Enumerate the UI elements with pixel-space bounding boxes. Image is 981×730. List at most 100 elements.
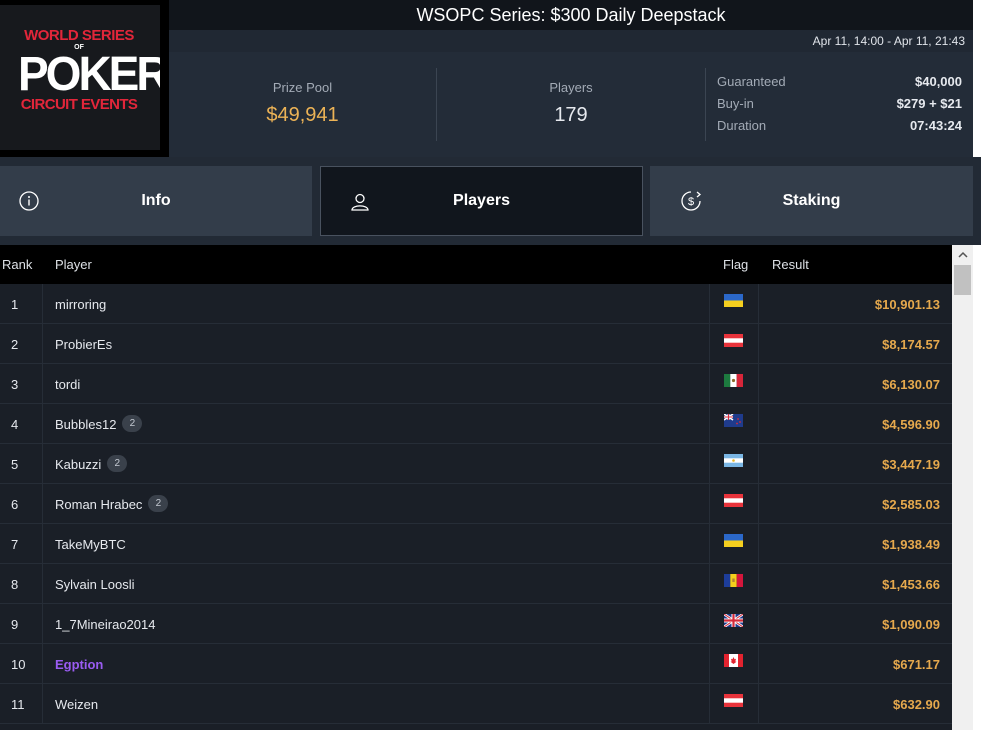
date-bar: Apr 11, 14:00 - Apr 11, 21:43 (169, 30, 973, 52)
rank-cell: 6 (0, 484, 43, 523)
prize-pool-label: Prize Pool (272, 80, 333, 95)
player-name[interactable]: tordi (55, 377, 80, 392)
tournament-title: WSOPC Series: $300 Daily Deepstack (416, 4, 726, 25)
austria-flag-icon (724, 494, 743, 507)
result-cell: $4,596.90 (882, 417, 940, 432)
wsop-logo: WORLD SERIES OF POKER CIRCUIT EVENTS (0, 0, 169, 157)
scroll-up-button[interactable] (952, 245, 973, 263)
result-cell: $10,901.13 (874, 297, 940, 312)
tab-info[interactable]: Info (0, 166, 312, 236)
table-row[interactable]: 7 TakeMyBTC $1,938.49 (0, 524, 952, 564)
detail-value: $40,000 (915, 74, 962, 89)
table-row[interactable]: 10 Egption $671.17 (0, 644, 952, 684)
entries-badge: 2 (122, 415, 143, 432)
result-cell: $3,447.19 (882, 457, 940, 472)
result-cell: $632.90 (893, 697, 940, 712)
detail-guaranteed: Guaranteed $40,000 (717, 74, 962, 96)
table-row[interactable]: 3 tordi $6,130.07 (0, 364, 952, 404)
rank-cell: 9 (0, 604, 43, 643)
players-table: Rank Player Flag Result 1 mirroring $10,… (0, 245, 952, 730)
logo-line-2: POKER (18, 45, 160, 101)
player-name[interactable]: 1_7Mineirao2014 (55, 617, 155, 632)
player-cell[interactable]: 1_7Mineirao2014 (55, 617, 155, 632)
flag-cell (709, 484, 759, 523)
player-cell[interactable]: Roman Hrabec 2 (55, 495, 169, 512)
table-row[interactable]: 6 Roman Hrabec 2 $2,585.03 (0, 484, 952, 524)
player-name[interactable]: ProbierEs (55, 337, 112, 352)
rank-cell: 2 (0, 324, 43, 363)
mexico-flag-icon (724, 374, 743, 387)
tournament-dates: Apr 11, 14:00 - Apr 11, 21:43 (812, 34, 965, 48)
table-row[interactable]: 8 Sylvain Loosli $1,453.66 (0, 564, 952, 604)
table-row[interactable]: 4 Bubbles12 2 $4,596.90 (0, 404, 952, 444)
players-stat: Players 179 (437, 52, 705, 157)
stats-divider (705, 68, 706, 141)
header-rank[interactable]: Rank (2, 257, 32, 272)
player-cell[interactable]: Egption (55, 657, 103, 672)
header-result[interactable]: Result (772, 257, 809, 272)
prize-pool-stat: Prize Pool $49,941 (169, 52, 436, 157)
player-name[interactable]: Sylvain Loosli (55, 577, 135, 592)
tab-staking[interactable]: $ Staking (650, 166, 973, 236)
rank-cell: 10 (0, 644, 43, 683)
table-row[interactable]: 1 mirroring $10,901.13 (0, 284, 952, 324)
detail-value: 07:43:24 (909, 118, 962, 133)
player-cell[interactable]: tordi (55, 377, 80, 392)
page-edge (973, 245, 981, 730)
flag-cell (709, 644, 759, 683)
player-cell[interactable]: TakeMyBTC (55, 537, 126, 552)
rank-cell: 1 (0, 284, 43, 323)
new-zealand-flag-icon (724, 414, 743, 427)
stats-panel: Prize Pool $49,941 Players 179 Guarantee… (169, 52, 973, 157)
player-name[interactable]: Roman Hrabec (55, 497, 142, 512)
logo-box: WORLD SERIES OF POKER CIRCUIT EVENTS (0, 5, 160, 150)
flag-cell (709, 404, 759, 443)
player-cell[interactable]: Sylvain Loosli (55, 577, 135, 592)
flag-cell (709, 284, 759, 323)
player-cell[interactable]: mirroring (55, 297, 106, 312)
ukraine-flag-icon (724, 534, 743, 547)
player-cell[interactable]: Weizen (55, 697, 98, 712)
united-kingdom-flag-icon (724, 614, 743, 627)
player-name[interactable]: Weizen (55, 697, 98, 712)
tab-players[interactable]: Players (320, 166, 643, 236)
tab-info-label: Info (141, 192, 171, 209)
canada-flag-icon (724, 654, 743, 667)
table-row[interactable]: 9 1_7Mineirao2014 $1,090.09 (0, 604, 952, 644)
player-name[interactable]: mirroring (55, 297, 106, 312)
ukraine-flag-icon (724, 294, 743, 307)
player-name[interactable]: Bubbles12 (55, 417, 116, 432)
entries-badge: 2 (107, 455, 128, 472)
player-name[interactable]: Kabuzzi (55, 457, 101, 472)
table-row[interactable]: 2 ProbierEs $8,174.57 (0, 324, 952, 364)
logo-inner: WORLD SERIES OF POKER CIRCUIT EVENTS (18, 27, 160, 113)
argentina-flag-icon (724, 454, 743, 467)
chevron-up-icon (957, 251, 968, 258)
tab-staking-label: Staking (782, 192, 841, 209)
result-cell: $1,090.09 (882, 617, 940, 632)
result-cell: $6,130.07 (882, 377, 940, 392)
flag-cell (709, 324, 759, 363)
detail-key: Buy-in (717, 96, 754, 111)
scrollbar[interactable] (952, 245, 973, 730)
player-name[interactable]: Egption (55, 657, 103, 672)
player-cell[interactable]: ProbierEs (55, 337, 112, 352)
flag-cell (709, 684, 759, 723)
player-cell[interactable]: Kabuzzi 2 (55, 455, 128, 472)
header-flag[interactable]: Flag (723, 257, 748, 272)
table-row[interactable]: 11 Weizen $632.90 (0, 684, 952, 724)
logo-line-1: WORLD SERIES (24, 27, 134, 44)
player-cell[interactable]: Bubbles12 2 (55, 415, 143, 432)
austria-flag-icon (724, 334, 743, 347)
entries-badge: 2 (148, 495, 169, 512)
title-bar: WSOPC Series: $300 Daily Deepstack (169, 0, 973, 30)
detail-key: Duration (717, 118, 767, 133)
detail-value: $279 + $21 (896, 96, 962, 111)
table-row[interactable]: 5 Kabuzzi 2 $3,447.19 (0, 444, 952, 484)
flag-cell (709, 604, 759, 643)
header-player[interactable]: Player (55, 257, 92, 272)
scroll-thumb[interactable] (954, 265, 971, 295)
player-name[interactable]: TakeMyBTC (55, 537, 126, 552)
flag-cell (709, 524, 759, 563)
detail-duration: Duration 07:43:24 (717, 118, 962, 140)
